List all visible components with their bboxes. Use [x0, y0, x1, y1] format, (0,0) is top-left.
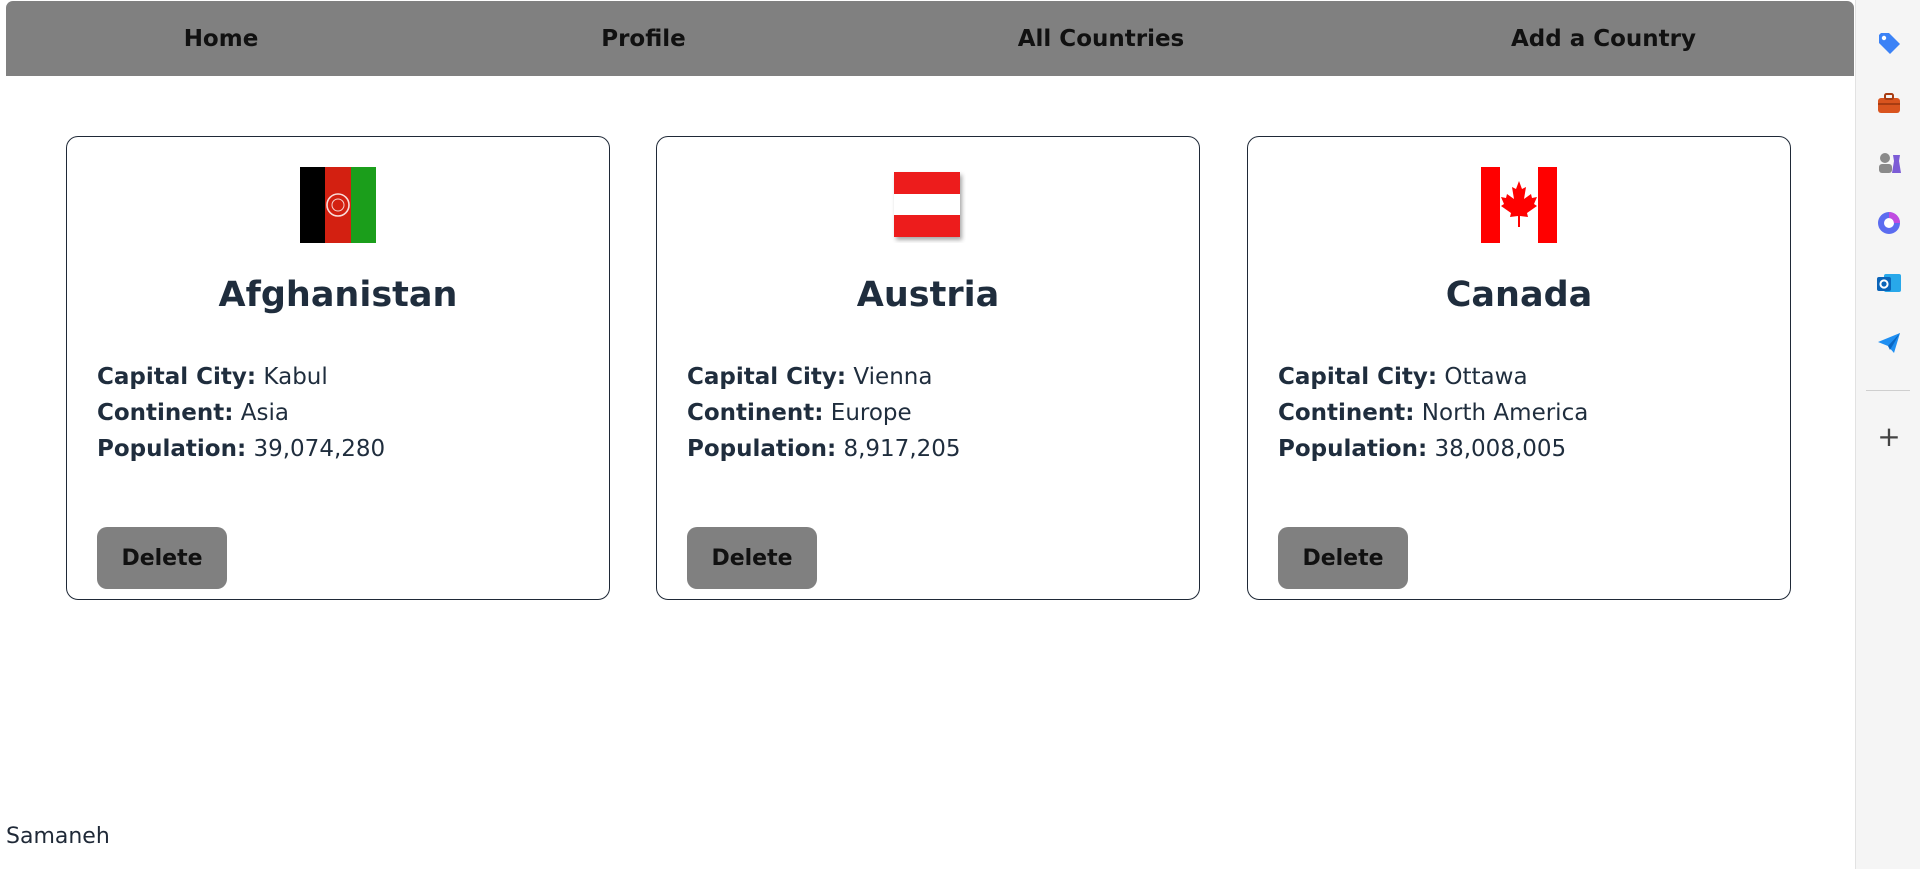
population-label: Population: [1278, 436, 1428, 462]
nav-profile[interactable]: Profile [591, 1, 696, 76]
tag-icon[interactable] [1874, 28, 1904, 58]
delete-button[interactable]: Delete [97, 527, 227, 589]
country-card: Canada Capital City: Ottawa Continent: N… [1247, 136, 1791, 600]
copilot-icon[interactable] [1874, 208, 1904, 238]
country-card: Austria Capital City: Vienna Continent: … [656, 136, 1200, 600]
country-info: Capital City: Vienna Continent: Europe P… [687, 359, 961, 467]
country-card: Afghanistan Capital City: Kabul Continen… [66, 136, 610, 600]
country-info: Capital City: Ottawa Continent: North Am… [1278, 359, 1588, 467]
continent-value: North America [1421, 400, 1589, 426]
austria-flag-icon [894, 172, 960, 237]
population-value: 38,008,005 [1434, 436, 1567, 462]
capital-label: Capital City: [687, 364, 847, 390]
capital-value: Kabul [263, 364, 328, 390]
capital-value: Vienna [853, 364, 933, 390]
population-value: 39,074,280 [253, 436, 386, 462]
games-icon[interactable] [1874, 148, 1904, 178]
nav-all-countries[interactable]: All Countries [1006, 1, 1196, 76]
send-icon[interactable] [1874, 328, 1904, 358]
capital-label: Capital City: [1278, 364, 1438, 390]
nav-home[interactable]: Home [171, 1, 271, 76]
country-name: Austria [856, 275, 1000, 315]
app-frame: Home Profile All Countries Add a Country… [6, 0, 1854, 869]
sidebar-divider [1866, 390, 1910, 391]
continent-label: Continent: [687, 400, 824, 426]
population-label: Population: [97, 436, 247, 462]
browser-sidebar: + [1855, 0, 1920, 869]
add-icon[interactable]: + [1876, 423, 1902, 451]
capital-value: Ottawa [1444, 364, 1528, 390]
canada-flag-icon [1481, 167, 1557, 243]
population-label: Population: [687, 436, 837, 462]
population-value: 8,917,205 [843, 436, 961, 462]
country-info: Capital City: Kabul Continent: Asia Popu… [97, 359, 385, 467]
delete-button[interactable]: Delete [687, 527, 817, 589]
continent-label: Continent: [97, 400, 234, 426]
nav-add-country[interactable]: Add a Country [1511, 1, 1696, 76]
navbar: Home Profile All Countries Add a Country [6, 1, 1854, 76]
continent-value: Asia [240, 400, 289, 426]
continent-label: Continent: [1278, 400, 1415, 426]
continent-value: Europe [830, 400, 912, 426]
outlook-icon[interactable] [1874, 268, 1904, 298]
footer-user-name: Samaneh [6, 824, 110, 849]
delete-button[interactable]: Delete [1278, 527, 1408, 589]
afghanistan-flag-icon [300, 167, 376, 243]
briefcase-icon[interactable] [1874, 88, 1904, 118]
country-name: Canada [1445, 275, 1593, 315]
country-name: Afghanistan [218, 275, 458, 315]
capital-label: Capital City: [97, 364, 257, 390]
